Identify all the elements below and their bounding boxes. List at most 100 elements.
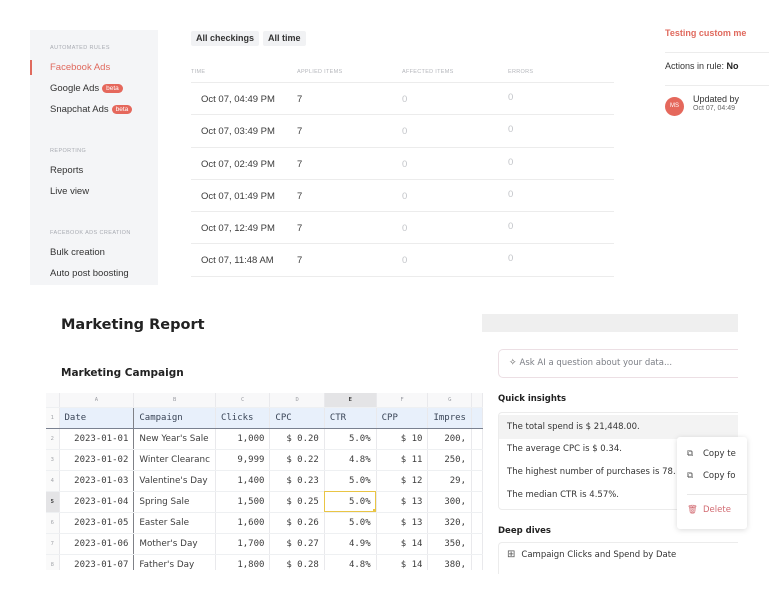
cell[interactable]: 320, [427,512,472,534]
cell[interactable]: 1,800 [215,554,271,570]
ask-ai-input[interactable]: ✧ Ask AI a question about your data... [498,349,738,378]
header-cell[interactable]: CPP [376,407,429,429]
cell[interactable]: 2023-01-07 [59,554,135,570]
cell[interactable]: $ 0.23 [269,470,325,492]
table-row[interactable]: Oct 07, 04:49 PM 7 0 0 [191,83,614,116]
cell[interactable]: $ 13 [376,491,429,513]
header-cell[interactable]: CTR [324,407,377,429]
cell[interactable]: $ 0.25 [269,491,325,513]
header-cell[interactable]: Clicks [215,407,271,429]
row-number[interactable]: 4 [46,470,60,492]
sidebar-item-live-view[interactable]: Live view [30,181,158,202]
sidebar-item-facebook-ads[interactable]: Facebook Ads [30,57,158,78]
cell[interactable]: 1,000 [215,428,271,450]
cell[interactable]: 2023-01-05 [59,512,135,534]
column-letter-a[interactable]: A [59,393,135,408]
cell[interactable]: 9,999 [215,449,271,471]
row-number[interactable]: 5 [46,491,60,513]
cell[interactable]: $ 14 [376,533,429,555]
cell[interactable]: $ 0.20 [269,428,325,450]
cell[interactable]: Spring Sale [133,491,216,513]
row-number[interactable]: 6 [46,512,60,534]
cell[interactable]: $ 0.22 [269,449,325,471]
filter-all-checkings[interactable]: All checkings [191,31,260,46]
sidebar-item-auto-post-boosting[interactable]: Auto post boosting [30,263,158,284]
cell[interactable]: 5.0% [324,470,377,492]
column-letter-d[interactable]: D [269,393,325,408]
sidebar-item-snapchat-ads[interactable]: Snapchat Ads beta [30,99,158,120]
cell[interactable]: Easter Sale [133,512,216,534]
table-row[interactable]: Oct 07, 01:49 PM 7 0 0 [191,180,614,213]
cell[interactable]: 2023-01-03 [59,470,135,492]
cell[interactable]: Valentine's Day [133,470,216,492]
menu-item-delete[interactable]: 🗑︎ Delete [687,505,731,515]
insight-item[interactable]: The total spend is $ 21,448.00. [499,415,738,439]
context-menu: ⧉ Copy te ⧉ Copy fo 🗑︎ Delete [677,437,747,529]
column-letter-f[interactable]: F [376,393,429,408]
row-number[interactable]: 1 [46,407,60,429]
sidebar-item-google-ads[interactable]: Google Ads beta [30,78,158,99]
row-number[interactable]: 8 [46,554,60,570]
cell[interactable]: 5.0% [324,512,377,534]
cell[interactable]: $ 13 [376,512,429,534]
cell[interactable]: $ 14 [376,554,429,570]
column-letter-c[interactable]: C [215,393,271,408]
cell[interactable]: 1,500 [215,491,271,513]
cell[interactable]: 5.0% [324,428,377,450]
row-number[interactable]: 7 [46,533,60,555]
cell[interactable]: Father's Day [133,554,216,570]
header-cell[interactable]: Impres [427,407,472,429]
cell[interactable]: $ 12 [376,470,429,492]
sidebar-item-bulk-creation[interactable]: Bulk creation [30,242,158,263]
cell[interactable]: 4.8% [324,554,377,570]
cell[interactable]: 2023-01-02 [59,449,135,471]
header-cell[interactable]: Date [59,407,135,429]
table-row[interactable]: Oct 07, 11:48 AM 7 0 0 [191,244,614,277]
table-row: 8 2023-01-07 Father's Day 1,800 $ 0.28 4.8% $ … [46,554,483,570]
column-letter-b[interactable]: B [133,393,216,408]
cell[interactable]: Winter Clearanc [133,449,216,471]
rule-title[interactable]: Testing custom me [665,28,769,52]
cell[interactable]: $ 0.28 [269,554,325,570]
cell[interactable]: 4.9% [324,533,377,555]
cell[interactable]: 300, [427,491,472,513]
cell[interactable]: 2023-01-01 [59,428,135,450]
cell[interactable]: $ 11 [376,449,429,471]
cell[interactable]: Mother's Day [133,533,216,555]
cell[interactable]: 200, [427,428,472,450]
cell[interactable]: $ 0.27 [269,533,325,555]
spreadsheet-grid[interactable]: ABCDEFG 1 Date Campaign Clicks CPC CTR CPP Impr… [46,393,483,570]
column-letter-g[interactable]: G [427,393,472,408]
cell[interactable]: 380, [427,554,472,570]
deep-dive-item[interactable]: ⊞ Campaign Clicks and Spend by Date [507,549,676,560]
menu-item-copy-text[interactable]: ⧉ Copy te [687,449,736,459]
cell[interactable]: 350, [427,533,472,555]
active-cell[interactable]: 5.0% [324,491,377,513]
cell[interactable]: 4.8% [324,449,377,471]
row-number[interactable]: 3 [46,449,60,471]
filter-all-time[interactable]: All time [263,31,306,46]
cell[interactable]: $ 0.26 [269,512,325,534]
cell[interactable]: 1,700 [215,533,271,555]
table-row[interactable]: Oct 07, 12:49 PM 7 0 0 [191,212,614,245]
sidebar-item-reports[interactable]: Reports [30,160,158,181]
fill-handle[interactable] [372,508,376,511]
table-row[interactable]: Oct 07, 02:49 PM 7 0 0 [191,148,614,180]
cell[interactable]: 2023-01-06 [59,533,135,555]
cell[interactable]: $ 10 [376,428,429,450]
cell[interactable]: 250, [427,449,472,471]
corner-cell[interactable] [46,393,60,408]
cell[interactable]: 2023-01-04 [59,491,135,513]
cell[interactable]: 29, [427,470,472,492]
table-row[interactable]: Oct 07, 03:49 PM 7 0 0 [191,115,614,148]
column-letter-e[interactable]: E [324,393,377,408]
header-cell[interactable]: CPC [269,407,325,429]
header-cell[interactable]: Campaign [133,407,216,429]
menu-item-copy-formatted[interactable]: ⧉ Copy fo [687,471,735,481]
beta-badge: beta [111,105,133,114]
row-number[interactable]: 2 [46,428,60,450]
spreadsheet[interactable]: ABCDEFG 1 Date Campaign Clicks CPC CTR CPP Impr… [46,393,483,570]
cell[interactable]: 1,600 [215,512,271,534]
cell[interactable]: New Year's Sale [133,428,216,450]
cell[interactable]: 1,400 [215,470,271,492]
